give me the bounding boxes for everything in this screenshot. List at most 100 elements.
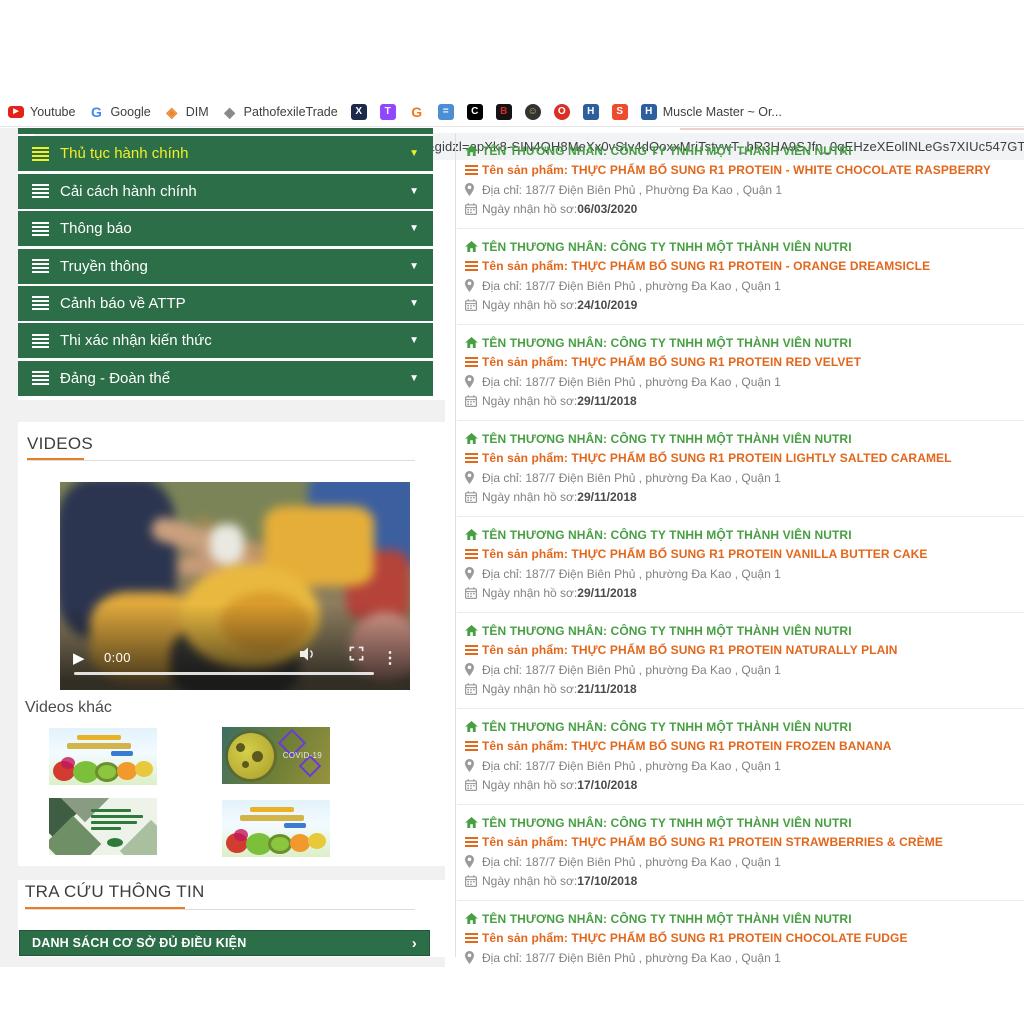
fullscreen-icon[interactable] [349, 646, 364, 666]
address-row: Địa chỉ: 187/7 Điện Biên Phủ , phường Đa… [465, 468, 1024, 488]
address-text: Địa chỉ: 187/7 Điện Biên Phủ , phường Đa… [482, 375, 781, 389]
address-row: Địa chỉ: 187/7 Điện Biên Phủ , phường Đa… [465, 564, 1024, 584]
list-icon [465, 549, 482, 559]
b-app-icon: B [496, 104, 512, 120]
product-text: Tên sản phẩm: THỰC PHẨM BỔ SUNG R1 PROTE… [482, 451, 952, 465]
map-pin-icon [465, 855, 482, 868]
bookmark-item[interactable]: G Google [88, 104, 150, 120]
sidebar-menu-item[interactable]: Đảng - Đoàn thể ▼ [18, 361, 433, 396]
volume-icon[interactable] [300, 647, 316, 666]
sidebar-menu-item[interactable]: Thi xác nhận kiến thức ▼ [18, 323, 433, 358]
bookmark-item[interactable]: S [612, 104, 628, 120]
home-icon [465, 913, 482, 924]
bookmarks-bar: ▶ Youtube G Google ◈ DIM ◆ PathofexileTr… [0, 97, 1024, 127]
sidebar-menu-item[interactable]: Cảnh báo về ATTP ▼ [18, 286, 433, 321]
bookmark-item[interactable]: H [583, 104, 599, 120]
bookmark-item[interactable]: B [496, 104, 512, 120]
date-row: Ngày nhận hồ sơ: 29/11/2018 [465, 584, 1024, 604]
home-icon [465, 145, 482, 156]
date-value: 21/11/2018 [577, 682, 636, 696]
bookmark-item[interactable]: O [554, 104, 570, 120]
video-thumbnail-collage[interactable] [49, 798, 157, 855]
sidebar-item-label: Truyền thông [60, 258, 401, 275]
address-text: Địa chỉ: 187/7 Điện Biên Phủ , Phường Đa… [482, 183, 782, 197]
address-text: Địa chỉ: 187/7 Điện Biên Phủ , phường Đa… [482, 663, 781, 677]
merchant-text: TÊN THƯƠNG NHÂN: CÔNG TY TNHH MỘT THÀNH … [482, 912, 852, 926]
bookmark-item[interactable]: ▶ Youtube [8, 105, 75, 119]
date-value: 17/10/2018 [577, 778, 637, 792]
video-progress-bar[interactable] [74, 672, 374, 676]
product-text: Tên sản phẩm: THỰC PHẨM BỔ SUNG R1 PROTE… [482, 355, 861, 369]
address-text: Địa chỉ: 187/7 Điện Biên Phủ , phường Đa… [482, 567, 781, 581]
product-text: Tên sản phẩm: THỰC PHẨM BỔ SUNG R1 PROTE… [482, 643, 898, 657]
calendar-icon [465, 683, 482, 695]
video-thumbnail-covid19[interactable]: COVID-19 [222, 727, 330, 784]
sidebar-menu-item[interactable]: Thủ tục hành chính ▼ [18, 136, 433, 171]
gem-icon: ◆ [222, 104, 238, 120]
listing-entry: TÊN THƯƠNG NHÂN: CÔNG TY TNHH MỘT THÀNH … [457, 517, 1024, 613]
sidebar-menu-item[interactable]: Cải cách hành chính ▼ [18, 174, 433, 209]
bookmark-item[interactable]: H Muscle Master ~ Or... [641, 104, 782, 120]
map-pin-icon [465, 567, 482, 580]
merchant-row: TÊN THƯƠNG NHÂN: CÔNG TY TNHH MỘT THÀNH … [465, 813, 1024, 833]
listing-entry: TÊN THƯƠNG NHÂN: CÔNG TY TNHH MỘT THÀNH … [457, 613, 1024, 709]
bookmark-item[interactable]: ◈ DIM [164, 104, 209, 120]
date-row: Ngày nhận hồ sơ: 17/10/2018 [465, 872, 1024, 892]
videos-heading-line [27, 460, 415, 461]
date-value: 17/10/2018 [577, 874, 637, 888]
play-button[interactable]: ▶ [73, 649, 85, 667]
listing-entry: TÊN THƯƠNG NHÂN: CÔNG TY TNHH MỘT THÀNH … [457, 421, 1024, 517]
sidebar-item-label: Thủ tục hành chính [60, 145, 401, 162]
address-text: Địa chỉ: 187/7 Điện Biên Phủ , phường Đa… [482, 759, 781, 773]
scrolled-banner-edge [680, 128, 1024, 130]
sidebar-menu-item[interactable]: Truyền thông ▼ [18, 249, 433, 284]
youtube-icon: ▶ [8, 106, 24, 118]
product-row: Tên sản phẩm: THỰC PHẨM BỔ SUNG R1 PROTE… [465, 929, 1024, 949]
bookmark-item[interactable]: T [380, 104, 396, 120]
video-thumbnail-food-safety-2020[interactable] [222, 800, 330, 857]
address-text: Địa chỉ: 187/7 Điện Biên Phủ , phường Đa… [482, 951, 781, 965]
x-app-icon: X [351, 104, 367, 120]
chevron-down-icon: ▼ [409, 298, 419, 309]
bookmark-item[interactable]: C [467, 104, 483, 120]
product-row: Tên sản phẩm: THỰC PHẨM BỔ SUNG R1 PROTE… [465, 545, 1024, 565]
video-menu-icon[interactable]: ⋮ [382, 648, 398, 668]
video-thumbnail-food-safety-2020[interactable] [49, 728, 157, 785]
product-row: Tên sản phẩm: THỰC PHẨM BỔ SUNG R1 PROTE… [465, 641, 1024, 661]
merchant-text: TÊN THƯƠNG NHÂN: CÔNG TY TNHH MỘT THÀNH … [482, 816, 852, 830]
certified-facilities-button[interactable]: DANH SÁCH CƠ SỞ ĐỦ ĐIỀU KIỆN › [19, 930, 430, 956]
bookmark-label: Muscle Master ~ Or... [663, 105, 782, 119]
merchant-text: TÊN THƯƠNG NHÂN: CÔNG TY TNHH MỘT THÀNH … [482, 240, 852, 254]
bookmark-item[interactable]: G [409, 104, 425, 120]
home-icon [465, 241, 482, 252]
merchant-row: TÊN THƯƠNG NHÂN: CÔNG TY TNHH MỘT THÀNH … [465, 429, 1024, 449]
c-app-icon: C [467, 104, 483, 120]
listing-entry: TÊN THƯƠNG NHÂN: CÔNG TY TNHH MỘT THÀNH … [457, 901, 1024, 977]
address-text: Địa chỉ: 187/7 Điện Biên Phủ , phường Đa… [482, 471, 781, 485]
lookup-heading: TRA CỨU THÔNG TIN [25, 882, 205, 902]
bookmark-item[interactable]: ☺ [525, 104, 541, 120]
address-text: Địa chỉ: 187/7 Điện Biên Phủ , phường Đa… [482, 855, 781, 869]
merchant-row: TÊN THƯƠNG NHÂN: CÔNG TY TNHH MỘT THÀNH … [465, 333, 1024, 353]
video-player[interactable]: ▶ 0:00 ⋮ [60, 482, 410, 690]
date-row: Ngày nhận hồ sơ: 17/10/2018 [465, 776, 1024, 796]
address-text: Địa chỉ: 187/7 Điện Biên Phủ , phường Đa… [482, 279, 781, 293]
bookmark-item[interactable]: = [438, 104, 454, 120]
merchant-text: TÊN THƯƠNG NHÂN: CÔNG TY TNHH MỘT THÀNH … [482, 432, 852, 446]
product-text: Tên sản phẩm: THỰC PHẨM BỔ SUNG R1 PROTE… [482, 259, 930, 273]
list-icon [465, 645, 482, 655]
sidebar-menu-item[interactable]: Thông báo ▼ [18, 211, 433, 246]
calendar-icon [465, 587, 482, 599]
date-row: Ngày nhận hồ sơ: 29/11/2018 [465, 392, 1024, 412]
blue-app-icon: = [438, 104, 454, 120]
merchant-text: TÊN THƯƠNG NHÂN: CÔNG TY TNHH MỘT THÀNH … [482, 528, 852, 542]
bookmark-item[interactable]: X [351, 104, 367, 120]
o-red-icon: O [554, 104, 570, 120]
map-pin-icon [465, 663, 482, 676]
certified-facilities-label: DANH SÁCH CƠ SỞ ĐỦ ĐIỀU KIỆN [32, 936, 246, 950]
list-icon [32, 296, 49, 310]
product-row: Tên sản phẩm: THỰC PHẨM BỔ SUNG R1 PROTE… [465, 449, 1024, 469]
g-site-icon: G [409, 104, 425, 120]
calendar-icon [465, 875, 482, 887]
bookmark-item[interactable]: ◆ PathofexileTrade [222, 104, 338, 120]
